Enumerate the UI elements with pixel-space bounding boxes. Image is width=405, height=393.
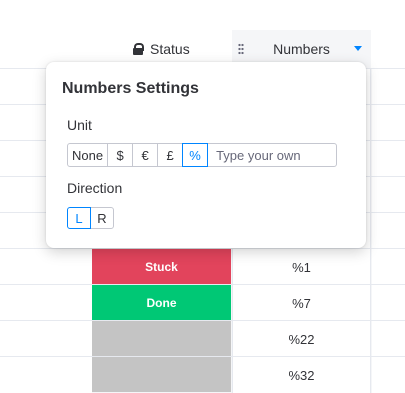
custom-unit-input[interactable] (207, 143, 338, 167)
numbers-column-title: Numbers (273, 41, 330, 57)
status-cell[interactable] (92, 357, 231, 392)
table-row: %22 (0, 320, 405, 357)
numbers-cell[interactable]: %7 (232, 285, 371, 321)
next-column-cell[interactable] (372, 177, 405, 213)
status-cell[interactable]: Stuck (92, 249, 231, 284)
direction-right-button[interactable]: R (90, 207, 114, 229)
table-row: %32 (0, 356, 405, 393)
unit-pound-button[interactable]: £ (157, 143, 184, 167)
chevron-down-icon[interactable] (354, 46, 362, 51)
next-column-cell[interactable] (372, 285, 405, 321)
item-cell[interactable] (0, 285, 92, 321)
numbers-cell[interactable]: %22 (232, 321, 371, 357)
direction-left-button[interactable]: L (67, 207, 91, 229)
popup-title: Numbers Settings (62, 80, 199, 97)
numbers-settings-popup: Numbers Settings Unit None$€£% Direction… (46, 62, 366, 248)
next-column-cell[interactable] (372, 69, 405, 105)
table-row: Done %7 (0, 284, 405, 321)
unit-percent-button[interactable]: % (182, 143, 209, 167)
unit-euro-button[interactable]: € (132, 143, 159, 167)
item-cell[interactable] (0, 357, 92, 393)
next-column-cell[interactable] (372, 321, 405, 357)
numbers-cell[interactable]: %32 (232, 357, 371, 393)
status-column-title: Status (150, 41, 190, 57)
unit-dollar-button[interactable]: $ (107, 143, 134, 167)
item-cell[interactable] (0, 321, 92, 357)
status-cell[interactable] (92, 321, 231, 356)
next-column-cell[interactable] (372, 141, 405, 177)
direction-label: Direction (67, 180, 123, 196)
numbers-cell[interactable]: %1 (232, 249, 371, 285)
next-column-cell[interactable] (372, 249, 405, 285)
direction-options: LR (67, 207, 114, 229)
table-row: Stuck %1 (0, 248, 405, 285)
status-cell[interactable]: Done (92, 285, 231, 320)
next-column-cell[interactable] (372, 105, 405, 141)
lock-icon (133, 43, 144, 55)
unit-label: Unit (67, 117, 92, 133)
unit-options: None $ € £% (67, 143, 338, 167)
next-column-cell[interactable] (372, 357, 405, 393)
unit-none-button[interactable]: None (67, 143, 109, 167)
drag-handle-icon[interactable] (238, 43, 244, 55)
item-cell[interactable] (0, 249, 92, 285)
next-column-cell[interactable] (372, 213, 405, 249)
